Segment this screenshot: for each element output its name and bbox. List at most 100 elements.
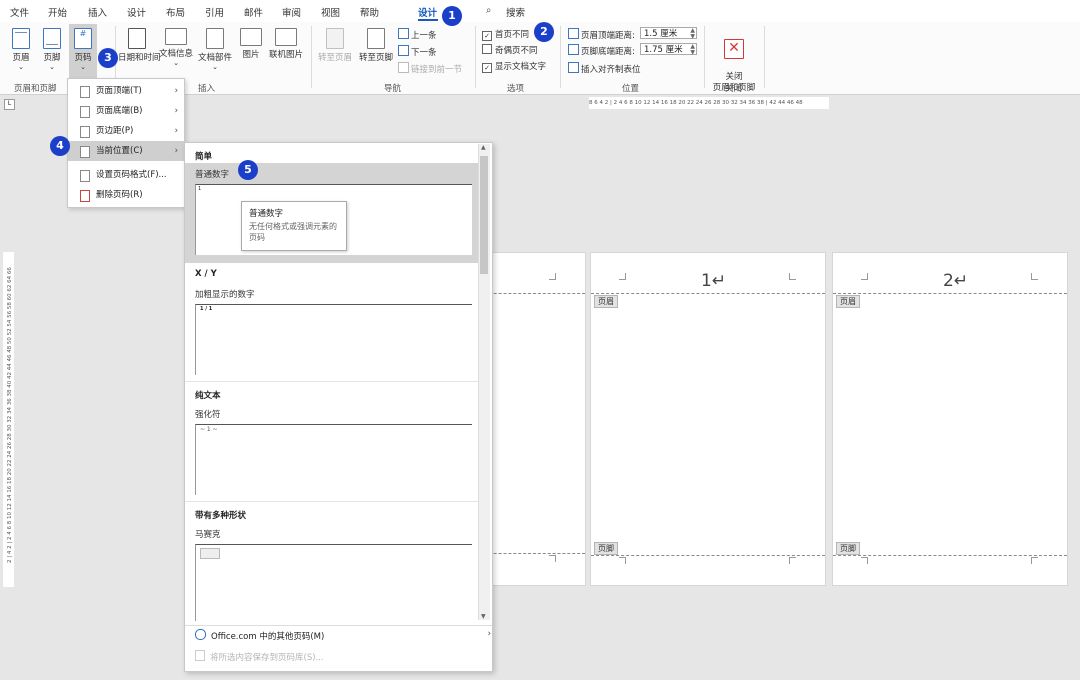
more-page-numbers-online-link[interactable]: Office.com 中的其他页码(M) › bbox=[195, 629, 491, 642]
active-tab-underline bbox=[418, 19, 438, 21]
group-separator bbox=[560, 26, 561, 88]
picture-label: 图片 bbox=[242, 50, 259, 60]
gallery-divider bbox=[185, 381, 478, 382]
group-label-navigation: 导航 bbox=[384, 82, 401, 94]
gallery-section-shapes: 带有多种形状 bbox=[195, 509, 246, 521]
margin-corner-mark bbox=[549, 555, 556, 562]
first-page-different-checkbox[interactable]: ✓首页不同 bbox=[482, 28, 529, 41]
date-time-button[interactable]: 日期和时间 bbox=[118, 28, 156, 63]
horizontal-ruler[interactable]: 8 6 4 2 | 2 4 6 8 10 12 14 16 18 20 22 2… bbox=[589, 97, 829, 109]
menu-item-page-margins[interactable]: 页边距(P)› bbox=[68, 121, 184, 141]
save-selection-to-gallery-item[interactable]: 将所选内容保存到页码库(S)... bbox=[195, 650, 324, 663]
chevron-right-icon: › bbox=[175, 101, 178, 121]
page-bottom-icon bbox=[80, 106, 90, 118]
page-number-text[interactable]: 1↵ bbox=[701, 271, 726, 291]
show-document-text-checkbox[interactable]: ✓显示文档文字 bbox=[482, 60, 546, 73]
menu-item-remove-page-numbers[interactable]: 删除页码(R) bbox=[68, 185, 184, 205]
spinner-arrows-icon[interactable]: ▲▼ bbox=[690, 44, 695, 56]
footer-button[interactable]: 页脚 ⌄ bbox=[40, 28, 64, 71]
previous-icon bbox=[398, 28, 409, 39]
menu-item-bottom-of-page[interactable]: 页面底端(B)› bbox=[68, 101, 184, 121]
header-distance-icon bbox=[568, 28, 579, 39]
gallery-section-simple: 简单 bbox=[195, 150, 212, 162]
page-number-text[interactable]: 2↵ bbox=[943, 271, 968, 291]
odd-even-different-label: 奇偶页不同 bbox=[495, 46, 538, 56]
step-badge-1: 1 bbox=[442, 6, 462, 26]
menu-bar: 文件 开始 插入 设计 布局 引用 邮件 审阅 视图 帮助 设计 ⌕ 搜索 bbox=[0, 0, 1080, 22]
more-online-label: Office.com 中的其他页码(M) bbox=[211, 632, 324, 642]
vertical-ruler-ticks: 2 | 4 2 | 2 4 6 8 10 12 14 16 18 20 22 2… bbox=[7, 255, 13, 575]
tab-design[interactable]: 设计 bbox=[127, 5, 146, 19]
header-tag: 页眉 bbox=[594, 295, 618, 308]
picture-button[interactable]: 图片 bbox=[238, 28, 264, 60]
page-number-button[interactable]: # 页码 ⌄ bbox=[69, 24, 97, 82]
margin-corner-mark bbox=[1031, 557, 1038, 564]
odd-even-different-checkbox[interactable]: 奇偶页不同 bbox=[482, 44, 538, 56]
menu-item-format-page-numbers[interactable]: 设置页码格式(F)... bbox=[68, 165, 184, 185]
group-separator bbox=[475, 26, 476, 88]
alignment-tab-icon bbox=[568, 62, 579, 73]
document-page-1[interactable]: 1↵ 页眉 页脚 bbox=[590, 252, 826, 586]
previous-button[interactable]: 上一条 bbox=[398, 28, 437, 41]
header-button[interactable]: 页眉 ⌄ bbox=[9, 28, 33, 71]
preview-page-number: ~ 1 ~ bbox=[200, 426, 218, 433]
footer-distance-icon bbox=[568, 44, 579, 55]
online-picture-button[interactable]: 联机图片 bbox=[267, 28, 305, 60]
tab-help[interactable]: 帮助 bbox=[360, 5, 379, 19]
quick-parts-button[interactable]: 文档部件 ⌄ bbox=[197, 28, 233, 71]
footer-tag: 页脚 bbox=[594, 542, 618, 555]
go-to-header-button[interactable]: 转至页眉 bbox=[316, 28, 354, 63]
margin-corner-mark bbox=[861, 273, 868, 280]
menu-item-current-position[interactable]: 当前位置(C)› bbox=[68, 141, 184, 161]
link-to-previous-button[interactable]: 链接到前一节 bbox=[398, 62, 462, 75]
tab-review[interactable]: 审阅 bbox=[282, 5, 301, 19]
document-page-left[interactable] bbox=[478, 252, 586, 586]
tab-file[interactable]: 文件 bbox=[10, 5, 29, 19]
tab-references[interactable]: 引用 bbox=[205, 5, 224, 19]
tab-view[interactable]: 视图 bbox=[321, 5, 340, 19]
scroll-down-icon[interactable]: ▼ bbox=[481, 613, 486, 620]
mosaic-shape-icon bbox=[200, 548, 220, 559]
group-label-header-footer: 页眉和页脚 bbox=[14, 82, 57, 94]
header-button-label: 页眉 bbox=[12, 53, 29, 63]
gallery-preview-emphasis[interactable]: ~ 1 ~ bbox=[195, 424, 472, 495]
scroll-up-icon[interactable]: ▲ bbox=[481, 144, 486, 151]
margin-corner-mark bbox=[1031, 273, 1038, 280]
header-tag: 页眉 bbox=[836, 295, 860, 308]
group-separator bbox=[764, 26, 765, 88]
checkbox-unchecked-icon bbox=[482, 44, 492, 54]
insert-alignment-tab-label: 插入对齐制表位 bbox=[581, 65, 641, 75]
spinner-arrows-icon[interactable]: ▲▼ bbox=[690, 28, 695, 40]
page-number-menu: 页面顶端(T)› 页面底端(B)› 页边距(P)› 当前位置(C)› 设置页码格… bbox=[67, 78, 185, 208]
preview-page-number: 1 / 1 bbox=[200, 306, 212, 312]
document-page-2[interactable]: 2↵ 页眉 页脚 bbox=[832, 252, 1068, 586]
page-margin-icon bbox=[80, 126, 90, 138]
tab-header-footer-design[interactable]: 设计 bbox=[418, 5, 437, 19]
search-icon[interactable]: ⌕ bbox=[486, 5, 491, 16]
gallery-preview-bold-number[interactable]: 1 / 1 bbox=[195, 304, 472, 375]
vertical-ruler[interactable]: 2 | 4 2 | 2 4 6 8 10 12 14 16 18 20 22 2… bbox=[3, 252, 14, 587]
next-button[interactable]: 下一条 bbox=[398, 45, 437, 58]
gallery-preview-mosaic[interactable] bbox=[195, 544, 472, 621]
menu-item-top-of-page[interactable]: 页面顶端(T)› bbox=[68, 81, 184, 101]
tab-mailings[interactable]: 邮件 bbox=[244, 5, 263, 19]
gallery-item-bold-number-label: 加粗显示的数字 bbox=[195, 288, 255, 300]
tab-layout[interactable]: 布局 bbox=[166, 5, 185, 19]
doc-info-button[interactable]: 文档信息 ⌄ bbox=[158, 28, 194, 67]
next-icon bbox=[398, 45, 409, 56]
go-to-footer-button[interactable]: 转至页脚 bbox=[357, 28, 395, 63]
go-to-footer-label: 转至页脚 bbox=[359, 53, 393, 63]
search-label[interactable]: 搜索 bbox=[506, 5, 525, 19]
tab-selector[interactable]: L bbox=[4, 99, 15, 110]
globe-icon bbox=[195, 629, 206, 640]
insert-alignment-tab-button[interactable]: 插入对齐制表位 bbox=[568, 62, 641, 75]
link-to-previous-label: 链接到前一节 bbox=[411, 65, 462, 75]
footer-distance-spinner[interactable]: 1.75 厘米▲▼ bbox=[640, 43, 697, 55]
group-label-position: 位置 bbox=[622, 82, 639, 94]
tab-insert[interactable]: 插入 bbox=[88, 5, 107, 19]
tooltip-title: 普通数字 bbox=[249, 207, 283, 219]
gallery-scroll-thumb[interactable] bbox=[480, 156, 488, 274]
gallery-tooltip: 普通数字 无任何格式或强调元素的页码 bbox=[241, 201, 347, 251]
header-distance-spinner[interactable]: 1.5 厘米▲▼ bbox=[640, 27, 697, 39]
tab-home[interactable]: 开始 bbox=[48, 5, 67, 19]
